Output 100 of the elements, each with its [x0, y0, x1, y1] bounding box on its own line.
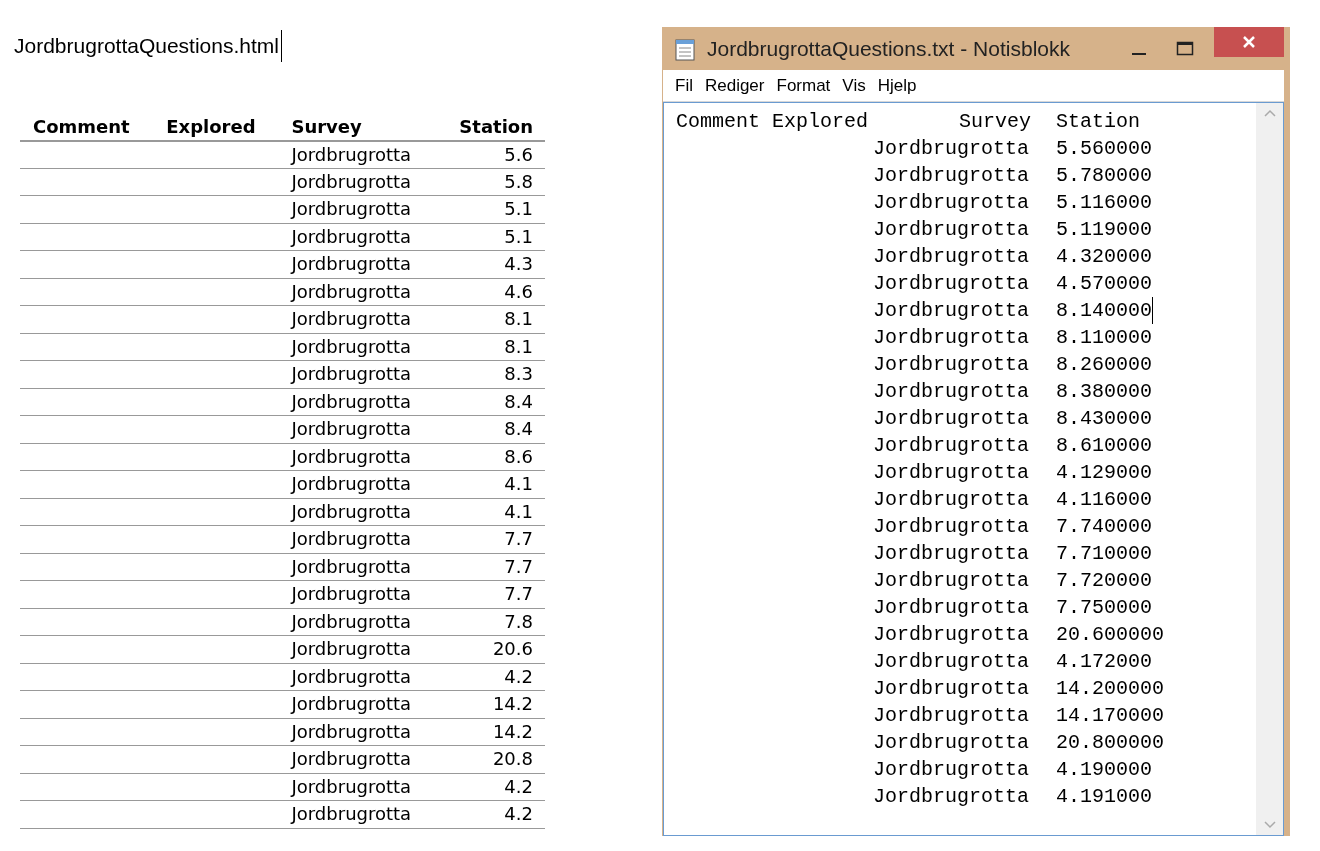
text-line: Jordbrugrotta — [873, 406, 1031, 432]
text-line: Jordbrugrotta — [873, 433, 1031, 459]
text-line: Jordbrugrotta — [873, 757, 1031, 783]
table-cell: 4.1 — [436, 470, 545, 498]
table-cell: Jordbrugrotta — [278, 580, 437, 608]
text-line: 7.750000 — [1056, 595, 1152, 621]
table-cell: Jordbrugrotta — [278, 525, 437, 553]
text-line: Jordbrugrotta — [873, 568, 1031, 594]
text-line: 4.129000 — [1056, 460, 1152, 486]
table-cell: Jordbrugrotta — [278, 443, 437, 471]
text-line: 20.600000 — [1056, 622, 1165, 648]
table-cell: 7.7 — [436, 580, 545, 608]
table-cell: Jordbrugrotta — [278, 773, 437, 801]
text-line: Jordbrugrotta — [873, 487, 1031, 513]
table-cell: Jordbrugrotta — [278, 278, 437, 306]
table-cell: 20.6 — [436, 635, 545, 663]
column-header: Survey — [278, 109, 437, 141]
table-cell: Jordbrugrotta — [278, 415, 437, 443]
text-line: Jordbrugrotta — [873, 595, 1031, 621]
text-line: 8.260000 — [1056, 352, 1152, 378]
text-line: Jordbrugrotta — [873, 217, 1031, 243]
window-title: JordbrugrottaQuestions.txt - Notisblokk — [707, 35, 1071, 62]
text-line: Jordbrugrotta — [873, 271, 1031, 297]
table-cell: 8.3 — [436, 360, 545, 388]
text-line: 8.430000 — [1056, 406, 1152, 432]
table-cell: Jordbrugrotta — [278, 553, 437, 581]
text-line: 8.610000 — [1056, 433, 1152, 459]
text-line: Jordbrugrotta — [873, 703, 1031, 729]
text-line: 5.780000 — [1056, 163, 1152, 189]
text-line: 8.140000 — [1056, 297, 1153, 324]
table-cell: 8.1 — [436, 305, 545, 333]
text-line: 4.190000 — [1056, 757, 1152, 783]
table-cell: Jordbrugrotta — [278, 745, 437, 773]
text-line: Station — [1056, 109, 1141, 135]
table-cell: Jordbrugrotta — [278, 800, 437, 828]
text-line: Jordbrugrotta — [873, 325, 1031, 351]
text-line: Jordbrugrotta — [873, 298, 1031, 324]
table-cell: Jordbrugrotta — [278, 195, 437, 223]
table-cell: 5.6 — [436, 140, 545, 168]
menu-item[interactable]: Format — [770, 72, 837, 99]
table-cell: 4.1 — [436, 498, 545, 526]
close-button[interactable] — [1214, 27, 1284, 57]
table-cell: Jordbrugrotta — [278, 333, 437, 361]
column-header: Comment — [20, 109, 154, 141]
table-cell: Jordbrugrotta — [278, 718, 437, 746]
text-line: Jordbrugrotta — [873, 190, 1031, 216]
menu-item[interactable]: Vis — [836, 72, 872, 99]
table-cell: 20.8 — [436, 745, 545, 773]
table-cell: Jordbrugrotta — [278, 223, 437, 251]
table-cell: Jordbrugrotta — [278, 608, 437, 636]
text-line: Jordbrugrotta — [873, 460, 1031, 486]
table-cell: 8.1 — [436, 333, 545, 361]
text-line: 7.710000 — [1056, 541, 1152, 567]
text-line: 5.560000 — [1056, 136, 1152, 162]
menu-item[interactable]: Fil — [669, 72, 699, 99]
table-cell: 7.7 — [436, 553, 545, 581]
table-cell: 8.4 — [436, 388, 545, 416]
maximize-icon — [1176, 40, 1194, 57]
menu-item[interactable]: Hjelp — [871, 72, 923, 99]
close-icon — [1242, 35, 1256, 49]
text-line: 4.570000 — [1056, 271, 1152, 297]
menu-item[interactable]: Rediger — [698, 72, 771, 99]
text-line: Survey — [959, 109, 1031, 135]
text-line: Jordbrugrotta — [873, 352, 1031, 378]
text-line: Jordbrugrotta — [873, 649, 1031, 675]
table-cell: 4.2 — [436, 663, 545, 691]
text-line: Comment Explored — [676, 109, 870, 135]
text-line: 5.116000 — [1056, 190, 1152, 216]
column-header: Explored — [153, 109, 279, 141]
text-line: 4.172000 — [1056, 649, 1152, 675]
text-line: 20.800000 — [1056, 730, 1165, 756]
table-cell: Jordbrugrotta — [278, 250, 437, 278]
table-cell: Jordbrugrotta — [278, 498, 437, 526]
table-cell: 5.8 — [436, 168, 545, 196]
minimize-icon — [1132, 52, 1146, 55]
text-line: 8.380000 — [1056, 379, 1152, 405]
table-cell: 4.6 — [436, 278, 545, 306]
text-line: Jordbrugrotta — [873, 136, 1031, 162]
text-line: 4.191000 — [1056, 784, 1152, 810]
table-cell: Jordbrugrotta — [278, 690, 437, 718]
table-cell: 4.2 — [436, 800, 545, 828]
text-line: 7.740000 — [1056, 514, 1152, 540]
table-cell: 4.3 — [436, 250, 545, 278]
table-cell: 14.2 — [436, 690, 545, 718]
text-line: Jordbrugrotta — [873, 514, 1031, 540]
table-cell: 5.1 — [436, 223, 545, 251]
text-line: 4.116000 — [1056, 487, 1152, 513]
table-cell: 8.6 — [436, 443, 545, 471]
text-line: 7.720000 — [1056, 568, 1152, 594]
text-line: 8.110000 — [1056, 325, 1152, 351]
text-line: 14.170000 — [1056, 703, 1165, 729]
notepad-icon — [675, 36, 695, 61]
table-cell: Jordbrugrotta — [278, 470, 437, 498]
file-name: JordbrugrottaQuestions.html — [14, 30, 282, 62]
text-line: Jordbrugrotta — [873, 244, 1031, 270]
table-cell: 14.2 — [436, 718, 545, 746]
table-cell: Jordbrugrotta — [278, 635, 437, 663]
table-cell: Jordbrugrotta — [278, 360, 437, 388]
table-cell: Jordbrugrotta — [278, 305, 437, 333]
table-cell: Jordbrugrotta — [278, 663, 437, 691]
